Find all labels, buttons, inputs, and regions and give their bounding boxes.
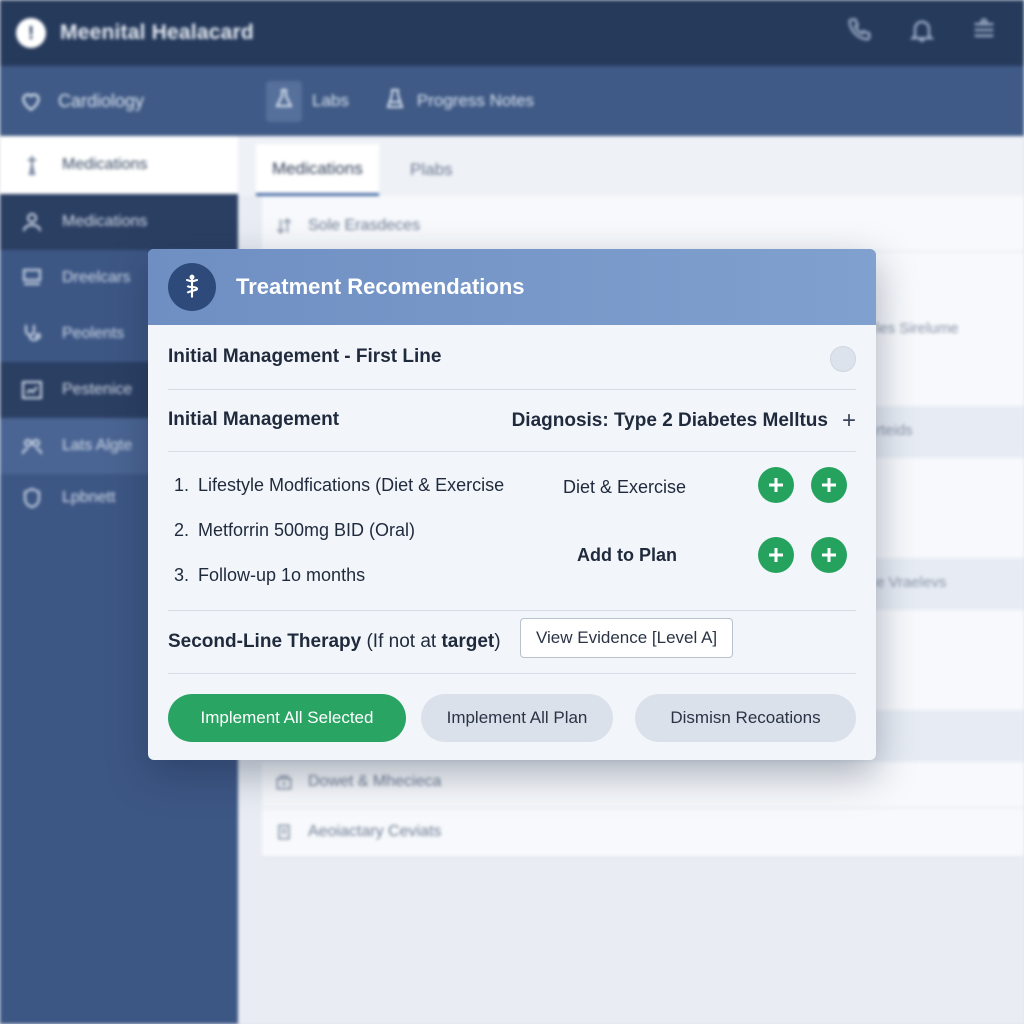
plus-icon bbox=[822, 548, 836, 562]
grid-icon bbox=[23, 269, 41, 285]
sidebar-item-label: Peolents bbox=[62, 325, 125, 342]
expand-plus-icon[interactable]: + bbox=[842, 409, 856, 433]
background-fragment: rteids bbox=[876, 422, 913, 439]
second-line-bold: Second-Line Therapy bbox=[168, 631, 362, 652]
item-number: 2. bbox=[174, 520, 190, 540]
sidebar-item-label: Medications bbox=[62, 213, 148, 230]
list-item: 3. Follow-up 1o months bbox=[174, 565, 365, 586]
divider bbox=[168, 673, 856, 674]
medicine-box-icon bbox=[276, 774, 292, 789]
row-label: Aeoiactary Ceviats bbox=[308, 822, 442, 840]
divider bbox=[168, 610, 856, 611]
item-number: 1. bbox=[174, 475, 190, 495]
implement-all-selected-button[interactable]: Implement All Selected bbox=[168, 694, 406, 742]
beaker-icon bbox=[383, 87, 407, 116]
add-to-plan-label: Add to Plan bbox=[577, 545, 677, 565]
diagnosis-header: Diagnosis: Type 2 Diabetes Melltus + bbox=[512, 409, 856, 433]
add-to-plan-secondary-button[interactable] bbox=[811, 537, 847, 573]
sort-icon bbox=[276, 217, 292, 234]
notification-bell-icon[interactable] bbox=[908, 16, 936, 49]
list-item: 2. Metforrin 500mg BID (Oral) bbox=[174, 520, 415, 541]
recommendation-list: 1. Lifestyle Modfications (Diet & Exercis… bbox=[168, 467, 856, 605]
sidebar-item-medications-active[interactable]: Medications bbox=[0, 136, 238, 194]
stethoscope-icon bbox=[25, 325, 41, 341]
view-evidence-button[interactable]: View Evidence [Level A] bbox=[520, 618, 734, 658]
phone-icon[interactable] bbox=[846, 16, 874, 49]
tab-medications[interactable]: Medications bbox=[256, 144, 379, 196]
add-exercise-button[interactable] bbox=[811, 467, 847, 503]
tab-plabs[interactable]: Plabs bbox=[394, 144, 469, 196]
chart-icon bbox=[22, 381, 42, 399]
first-line-title: Initial Management - First Line bbox=[168, 346, 442, 367]
list-item: 1. Lifestyle Modfications (Diet & Exercis… bbox=[174, 475, 504, 496]
implement-all-plan-button[interactable]: Implement All Plan bbox=[421, 694, 613, 742]
sidebar-item-label: Pestenice bbox=[62, 381, 133, 398]
heart-icon bbox=[22, 93, 40, 111]
sidebar-item-medications[interactable]: Medications bbox=[0, 194, 238, 250]
divider bbox=[168, 389, 856, 390]
second-line-mid: (If not at bbox=[361, 631, 442, 652]
subnav-tab-label: Labs bbox=[312, 91, 349, 110]
caduceus-icon bbox=[168, 263, 216, 311]
first-line-section: Initial Management - First Line bbox=[168, 346, 856, 374]
sidebar-item-label: Lpbnett bbox=[62, 489, 116, 506]
diet-exercise-label: Diet & Exercise bbox=[563, 477, 687, 497]
flask-icon bbox=[266, 80, 302, 122]
top-bar-icons bbox=[846, 16, 998, 49]
second-line-row: Second-Line Therapy (If not at target) V… bbox=[168, 618, 856, 659]
list-item[interactable]: Sole Erasdeces bbox=[262, 200, 1024, 252]
treatment-recommendations-modal: Treatment Recomendations Initial Managem… bbox=[148, 249, 876, 760]
document-icon bbox=[278, 824, 290, 839]
modal-title: Treatment Recomendations bbox=[236, 274, 525, 299]
pill-icon bbox=[28, 156, 36, 175]
row-label: Sole Erasdeces bbox=[308, 216, 421, 234]
diagnosis-label: Diagnosis: Type 2 Diabetes Melltus bbox=[511, 410, 828, 431]
row-label: Dowet & Mhecieca bbox=[308, 772, 442, 790]
second-line-bold2: target bbox=[441, 631, 495, 652]
second-line-title: Second-Line Therapy (If not at target) bbox=[168, 631, 856, 653]
list-item[interactable]: Dowet & Mhecieca bbox=[262, 756, 1024, 808]
sub-navigation: Cardiology Labs Progress Notes bbox=[0, 66, 1024, 136]
background-fragment: les Sirelume bbox=[876, 320, 959, 337]
subnav-tab-progress-notes[interactable]: Progress Notes bbox=[373, 78, 544, 124]
section-toggle[interactable] bbox=[830, 346, 856, 372]
sidebar-item-label: Lats Algte bbox=[62, 437, 133, 454]
second-line-end: ) bbox=[494, 631, 501, 652]
add-diet-button[interactable] bbox=[758, 467, 794, 503]
add-to-plan-button[interactable] bbox=[758, 537, 794, 573]
initial-management-row: Initial Management Diagnosis: Type 2 Dia… bbox=[168, 409, 856, 437]
department-label: Cardiology bbox=[58, 90, 145, 111]
sidebar-item-label: Dreelcars bbox=[62, 269, 131, 286]
sidebar-item-label: Medications bbox=[62, 156, 148, 173]
modal-header: Treatment Recomendations bbox=[148, 249, 876, 325]
item-text: Follow-up 1o months bbox=[198, 565, 366, 585]
background-fragment: e Vraelevs bbox=[876, 574, 947, 591]
subnav-tab-labs[interactable]: Labs bbox=[256, 78, 359, 124]
group-icon bbox=[22, 439, 42, 455]
item-text: Metforrin 500mg BID (Oral) bbox=[198, 520, 416, 540]
subnav-tab-label: Progress Notes bbox=[416, 91, 535, 110]
department-selector[interactable]: Cardiology bbox=[18, 88, 144, 114]
plus-icon bbox=[769, 478, 783, 492]
subnav-tabs: Labs Progress Notes bbox=[256, 78, 544, 124]
item-text: Lifestyle Modfications (Diet & Exercise bbox=[198, 475, 505, 495]
list-item[interactable]: Aeoiactary Ceviats bbox=[262, 806, 1024, 858]
shield-icon bbox=[24, 487, 40, 509]
item-number: 3. bbox=[174, 565, 190, 585]
plus-icon bbox=[822, 478, 836, 492]
dismiss-recommendations-button[interactable]: Dismisn Recoations bbox=[635, 694, 856, 742]
content-tabs: Medications Plabs bbox=[238, 136, 1024, 196]
divider bbox=[168, 451, 856, 452]
plus-icon bbox=[769, 548, 783, 562]
top-bar: ! Meenital Healacard bbox=[0, 0, 1024, 66]
settings-menu-icon[interactable] bbox=[970, 16, 998, 49]
app-title: Meenital Healacard bbox=[60, 21, 254, 44]
users-icon bbox=[23, 213, 41, 232]
alert-logo-icon: ! bbox=[16, 18, 46, 48]
